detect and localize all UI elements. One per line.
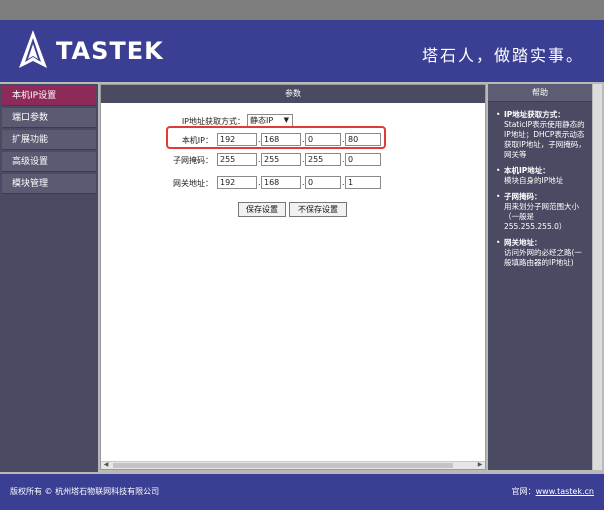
footer: 版权所有 © 杭州塔石物联网科技有限公司 官网：www.tastek.cn [0, 474, 604, 510]
gateway-octet-1[interactable]: 192 [217, 176, 257, 189]
help-heading: 网关地址： [504, 238, 542, 247]
discard-button[interactable]: 不保存设置 [289, 202, 347, 217]
help-list: IP地址获取方式： StaticIP表示使用静态的IP地址；DHCP表示动态获取… [488, 102, 592, 268]
help-text: 用来划分子网范围大小（一般是255.255.255.0） [504, 202, 579, 231]
subnet-mask-octet-4[interactable]: 0 [345, 153, 381, 166]
highlight-box [166, 126, 386, 149]
logo-text: TASTEK [56, 37, 164, 65]
chevron-down-icon: ▼ [283, 116, 289, 124]
gateway-octet-4[interactable]: 1 [345, 176, 381, 189]
help-item: IP地址获取方式： StaticIP表示使用静态的IP地址；DHCP表示动态获取… [496, 110, 588, 160]
sidebar-item-module-mgmt[interactable]: 模块管理 [2, 174, 96, 194]
website-info: 官网：www.tastek.cn [512, 486, 594, 497]
help-text: 访问外网的必经之路(一般填路由器的IP地址) [504, 248, 582, 267]
help-item: 子网掩码： 用来划分子网范围大小（一般是255.255.255.0） [496, 192, 588, 232]
gateway-octet-2[interactable]: 168 [261, 176, 301, 189]
horizontal-scrollbar[interactable]: ◀ ▶ [101, 461, 485, 469]
help-panel: 帮助 IP地址获取方式： StaticIP表示使用静态的IP地址；DHCP表示动… [488, 84, 592, 470]
vertical-scrollbar[interactable] [593, 84, 602, 470]
help-heading: IP地址获取方式： [504, 110, 565, 119]
logo: TASTEK [16, 28, 164, 74]
save-button[interactable]: 保存设置 [238, 202, 286, 217]
scrollbar-thumb[interactable] [113, 463, 453, 468]
sidebar-item-extensions[interactable]: 扩展功能 [2, 130, 96, 150]
help-item: 本机IP地址： 模块自身的IP地址 [496, 166, 588, 186]
subnet-mask-label: 子网掩码： [173, 156, 213, 165]
website-link[interactable]: www.tastek.cn [536, 487, 594, 496]
header: TASTEK 塔石人，做踏实事。 [0, 20, 604, 82]
sidebar: 本机IP设置 端口参数 扩展功能 高级设置 模块管理 [0, 84, 98, 472]
help-text: 模块自身的IP地址 [504, 176, 564, 185]
scroll-left-icon[interactable]: ◀ [102, 461, 110, 469]
subnet-mask-octet-3[interactable]: 255 [305, 153, 341, 166]
scroll-right-icon[interactable]: ▶ [476, 461, 484, 469]
help-heading: 本机IP地址： [504, 166, 550, 175]
window-top-bar [0, 0, 604, 20]
subnet-mask-octet-1[interactable]: 255 [217, 153, 257, 166]
sidebar-item-port-params[interactable]: 端口参数 [2, 108, 96, 128]
help-text: StaticIP表示使用静态的IP地址；DHCP表示动态获取IP地址，子网掩码，… [504, 120, 586, 159]
copyright-text: 版权所有 © 杭州塔石物联网科技有限公司 [10, 487, 160, 496]
help-heading: 子网掩码： [504, 192, 542, 201]
sidebar-item-advanced[interactable]: 高级设置 [2, 152, 96, 172]
sidebar-item-ip-settings[interactable]: 本机IP设置 [2, 86, 96, 106]
help-item: 网关地址： 访问外网的必经之路(一般填路由器的IP地址) [496, 238, 588, 268]
ip-mode-value: 静态IP [250, 116, 274, 125]
panel-title: 参数 [101, 85, 485, 103]
help-title: 帮助 [488, 84, 592, 102]
slogan: 塔石人，做踏实事。 [421, 46, 584, 65]
subnet-mask-octet-2[interactable]: 255 [261, 153, 301, 166]
website-label: 官网： [511, 487, 536, 496]
gateway-octet-3[interactable]: 0 [305, 176, 341, 189]
gateway-label: 网关地址： [173, 179, 213, 188]
tastek-logo-icon [19, 30, 47, 68]
